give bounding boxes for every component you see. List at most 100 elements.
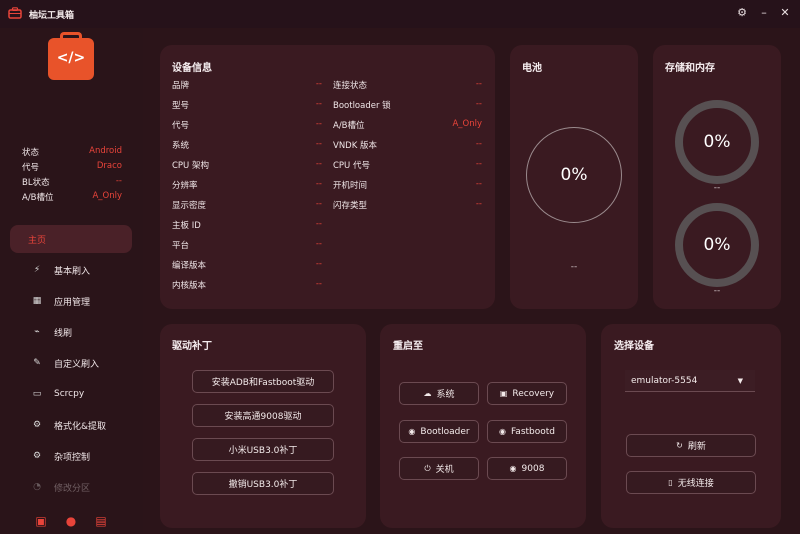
sidebar-item-format[interactable]: ⚙ 格式化&提取 <box>10 411 132 439</box>
info-key: 分辨率 <box>172 181 198 191</box>
mi-usb3-patch-button[interactable]: 小米USB3.0补丁 <box>192 438 334 461</box>
terminal-icon[interactable]: ▣ <box>34 514 48 528</box>
info-key: 连接状态 <box>333 81 368 91</box>
reboot-fastbootd-button[interactable]: ◉ Fastbootd <box>487 420 567 443</box>
battery-percent: 0% <box>560 165 588 185</box>
driver-title: 驱动补丁 <box>172 341 212 352</box>
info-key: 型号 <box>172 101 190 111</box>
app-title: 柚坛工具箱 <box>29 11 75 21</box>
power-icon: ⏻ <box>424 463 431 473</box>
battery-sub: -- <box>570 262 578 272</box>
gear-icon[interactable]: ⚙ <box>735 6 749 20</box>
info-key: 闪存类型 <box>333 201 368 211</box>
memory-sub: -- <box>713 286 721 296</box>
power-off-button[interactable]: ⏻ 关机 <box>399 457 479 480</box>
info-value: -- <box>315 259 322 269</box>
info-key: 编译版本 <box>172 261 207 271</box>
cable-icon: ⌁ <box>34 327 40 337</box>
logo-code-icon: </> <box>56 50 86 66</box>
info-key: 显示密度 <box>172 201 207 211</box>
wand-icon: ✎ <box>33 358 41 368</box>
info-value: -- <box>475 159 482 169</box>
info-row: 代号 -- <box>172 119 322 133</box>
device-select-title: 选择设备 <box>614 341 654 352</box>
info-value: -- <box>475 139 482 149</box>
storage-gauge: 0% <box>675 100 759 184</box>
info-key: Bootloader 锁 <box>333 101 391 111</box>
sidebar-item-misc[interactable]: ⚙ 杂项控制 <box>10 442 132 470</box>
sidebar-item-basic-flash[interactable]: ⚡ 基本刷入 <box>10 256 132 284</box>
info-key: A/B槽位 <box>333 121 365 131</box>
info-row: Bootloader 锁 -- <box>333 99 482 113</box>
storage-sub: -- <box>713 183 721 193</box>
status-row-bl: BL状态 -- <box>22 176 122 188</box>
info-key: 品牌 <box>172 81 190 91</box>
info-row: 主板 ID -- <box>172 219 322 233</box>
info-row: 开机时间 -- <box>333 179 482 193</box>
close-icon[interactable]: ✕ <box>778 6 792 20</box>
device-info-title: 设备信息 <box>172 63 212 74</box>
info-row: 系统 -- <box>172 139 322 153</box>
info-row: 内核版本 -- <box>172 279 322 293</box>
status-row-state: 状态 Android <box>22 146 122 158</box>
info-value: -- <box>315 159 322 169</box>
revert-usb3-patch-button[interactable]: 撤销USB3.0补丁 <box>192 472 334 495</box>
info-value: -- <box>315 79 322 89</box>
info-value: -- <box>475 179 482 189</box>
status-row-slot: A/B槽位 A_Only <box>22 191 122 203</box>
memory-gauge: 0% <box>675 203 759 287</box>
storage-percent: 0% <box>703 132 731 152</box>
partition-icon: ◔ <box>33 482 41 492</box>
reboot-title: 重启至 <box>393 341 423 352</box>
info-value: -- <box>315 139 322 149</box>
phone-icon: ▯ <box>668 478 673 487</box>
info-value: -- <box>315 279 322 289</box>
refresh-button[interactable]: ↻ 刷新 <box>626 434 756 457</box>
toolbox-icon <box>8 7 22 19</box>
cloud-icon: ☁ <box>423 389 432 398</box>
install-adb-driver-button[interactable]: 安装ADB和Fastboot驱动 <box>192 370 334 393</box>
storage-title: 存储和内存 <box>665 63 715 74</box>
sidebar-item-app-manage[interactable]: ▦ 应用管理 <box>10 287 132 315</box>
sidebar-item-line-flash[interactable]: ⌁ 线刷 <box>10 318 132 346</box>
info-value: -- <box>315 99 322 109</box>
screen-icon: ▭ <box>32 389 42 399</box>
sidebar-item-scrcpy[interactable]: ▭ Scrcpy <box>10 380 132 408</box>
github-icon[interactable]: ● <box>64 514 78 528</box>
wireless-connect-button[interactable]: ▯ 无线连接 <box>626 471 756 494</box>
info-key: 开机时间 <box>333 181 368 191</box>
info-row: 分辨率 -- <box>172 179 322 193</box>
device-dropdown[interactable]: emulator-5554 ▼ <box>625 370 755 392</box>
reboot-bootloader-button[interactable]: ◉ Bootloader <box>399 420 479 443</box>
fastbootd-icon: ◉ <box>498 427 506 436</box>
info-key: VNDK 版本 <box>333 141 377 151</box>
reboot-system-button[interactable]: ☁ 系统 <box>399 382 479 405</box>
sidebar-item-partition[interactable]: ◔ 修改分区 <box>10 473 132 501</box>
info-value: -- <box>315 179 322 189</box>
install-9008-driver-button[interactable]: 安装高通9008驱动 <box>192 404 334 427</box>
info-key: 主板 ID <box>172 221 201 231</box>
chevron-down-icon: ▼ <box>737 377 743 385</box>
info-row: A/B槽位 A_Only <box>333 119 482 133</box>
info-row: VNDK 版本 -- <box>333 139 482 153</box>
sidebar-item-custom-flash[interactable]: ✎ 自定义刷入 <box>10 349 132 377</box>
minimize-icon[interactable]: – <box>757 6 771 20</box>
info-key: 平台 <box>172 241 190 251</box>
info-value: -- <box>315 199 322 209</box>
info-row: 显示密度 -- <box>172 199 322 213</box>
info-key: 代号 <box>172 121 190 131</box>
info-value: -- <box>475 199 482 209</box>
chat-icon[interactable]: ▤ <box>94 514 108 528</box>
info-row: 闪存类型 -- <box>333 199 482 213</box>
reboot-9008-button[interactable]: ◉ 9008 <box>487 457 567 480</box>
sidebar-item-home[interactable]: 主页 <box>10 225 132 253</box>
info-row: 编译版本 -- <box>172 259 322 273</box>
info-row: 平台 -- <box>172 239 322 253</box>
info-value: -- <box>315 219 322 229</box>
battery-title: 电池 <box>522 63 542 74</box>
reboot-recovery-button[interactable]: ▣ Recovery <box>487 382 567 405</box>
misc-icon: ⚙ <box>32 451 42 461</box>
info-key: 系统 <box>172 141 190 151</box>
info-value: A_Only <box>452 119 482 129</box>
info-value: -- <box>315 239 322 249</box>
